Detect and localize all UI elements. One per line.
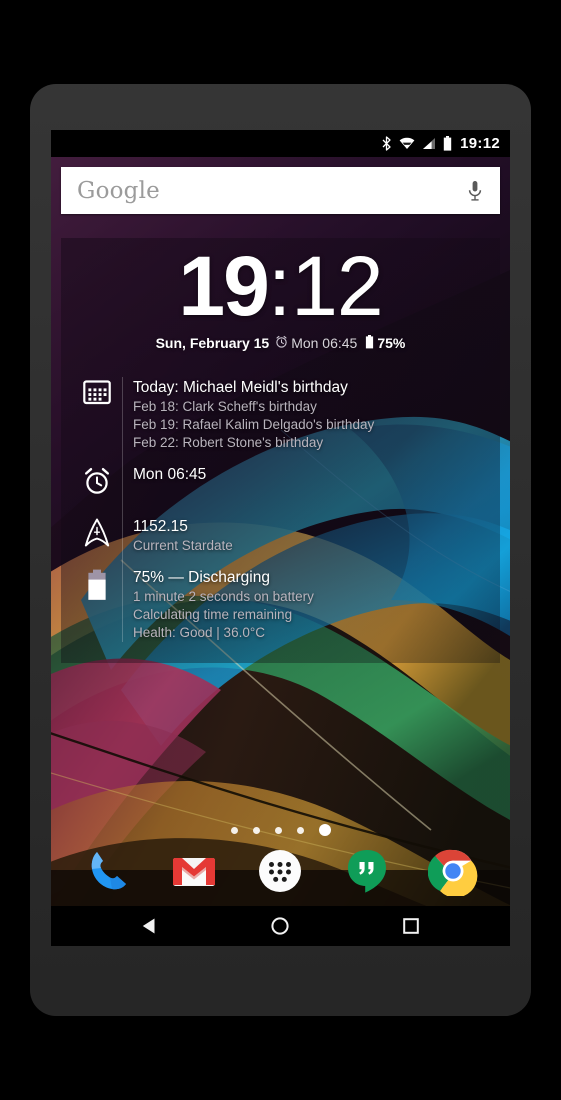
clock-alarm-time: Mon 06:45 — [291, 335, 358, 352]
clock-minutes: 12 — [291, 239, 383, 333]
battery-status: 75% — Discharging — [133, 569, 270, 586]
widget-info-rows: Today: Michael Meidl's birthday Feb 18: … — [61, 377, 500, 642]
status-bar[interactable]: 19:12 — [51, 130, 510, 157]
page-dot-5-active[interactable] — [318, 824, 331, 836]
page-dot-2[interactable] — [252, 826, 260, 834]
back-button[interactable] — [130, 906, 170, 946]
calendar-event-1: Feb 18: Clark Scheff's birthday — [133, 399, 317, 414]
page-dot-1[interactable] — [230, 826, 238, 834]
clock-alarm-group: Mon 06:45 — [275, 335, 359, 351]
google-logo-text: Google — [77, 177, 160, 204]
app-drawer[interactable] — [253, 844, 307, 898]
phone-screen: 19:12 Google 19:12 Sun, February 15 Mon … — [51, 130, 510, 946]
hangouts-app[interactable] — [340, 844, 394, 898]
calendar-row-body: Today: Michael Meidl's birthday Feb 18: … — [121, 377, 490, 452]
clock-date: Sun, February 15 — [155, 335, 270, 352]
stardate-row-body: 1152.15 Current Stardate — [121, 516, 490, 555]
dock — [51, 836, 510, 906]
battery-time-remaining: Calculating time remaining — [133, 607, 293, 622]
stardate-row[interactable]: 1152.15 Current Stardate — [61, 516, 500, 567]
alarm-clock-icon — [275, 335, 288, 351]
phone-app[interactable] — [81, 844, 135, 898]
stardate-label: Current Stardate — [133, 538, 233, 553]
battery-row[interactable]: 75% — Discharging 1 minute 2 seconds on … — [61, 567, 500, 642]
page-dot-3[interactable] — [274, 826, 282, 834]
battery-health: Health: Good | 36.0°C — [133, 625, 265, 640]
alarm-next-time: Mon 06:45 — [133, 466, 207, 483]
alarm-clock-icon — [73, 464, 121, 496]
alarm-row-body: Mon 06:45 — [121, 464, 490, 485]
cellular-signal-icon — [422, 137, 436, 150]
status-bar-time: 19:12 — [460, 135, 500, 152]
home-button[interactable] — [260, 906, 300, 946]
clock-hours: 19 — [178, 239, 269, 333]
calendar-event-3: Feb 22: Robert Stone's birthday — [133, 435, 324, 450]
starfleet-delta-icon — [73, 516, 121, 548]
stardate-value: 1152.15 — [133, 518, 188, 535]
alarm-row[interactable]: Mon 06:45 — [61, 464, 500, 516]
screenshot-root: 19:12 Google 19:12 Sun, February 15 Mon … — [0, 0, 561, 1100]
bluetooth-icon — [381, 136, 392, 151]
clock-info-widget[interactable]: 19:12 Sun, February 15 Mon 06:45 75% Tod… — [61, 238, 500, 663]
battery-uptime: 1 minute 2 seconds on battery — [133, 589, 314, 604]
chrome-app[interactable] — [426, 844, 480, 898]
clock-battery-group: 75% — [365, 334, 406, 352]
battery-row-body: 75% — Discharging 1 minute 2 seconds on … — [121, 567, 490, 642]
navigation-bar — [51, 906, 510, 946]
gmail-app[interactable] — [167, 844, 221, 898]
page-indicator — [51, 824, 510, 836]
battery-icon — [365, 334, 374, 352]
google-search-bar[interactable]: Google — [61, 167, 500, 214]
wifi-icon — [399, 137, 415, 150]
page-dot-4[interactable] — [296, 826, 304, 834]
digital-clock[interactable]: 19:12 — [61, 238, 500, 328]
calendar-event-2: Feb 19: Rafael Kalim Delgado's birthday — [133, 417, 375, 432]
calendar-row[interactable]: Today: Michael Meidl's birthday Feb 18: … — [61, 377, 500, 464]
battery-icon — [73, 567, 121, 601]
clock-battery-percent: 75% — [377, 335, 406, 352]
clock-subline: Sun, February 15 Mon 06:45 75% — [61, 334, 500, 352]
battery-icon — [443, 136, 452, 151]
recents-button[interactable] — [391, 906, 431, 946]
clock-separator: : — [267, 239, 292, 333]
microphone-icon[interactable] — [468, 180, 482, 202]
calendar-icon — [73, 377, 121, 405]
calendar-today-event: Today: Michael Meidl's birthday — [133, 379, 348, 396]
